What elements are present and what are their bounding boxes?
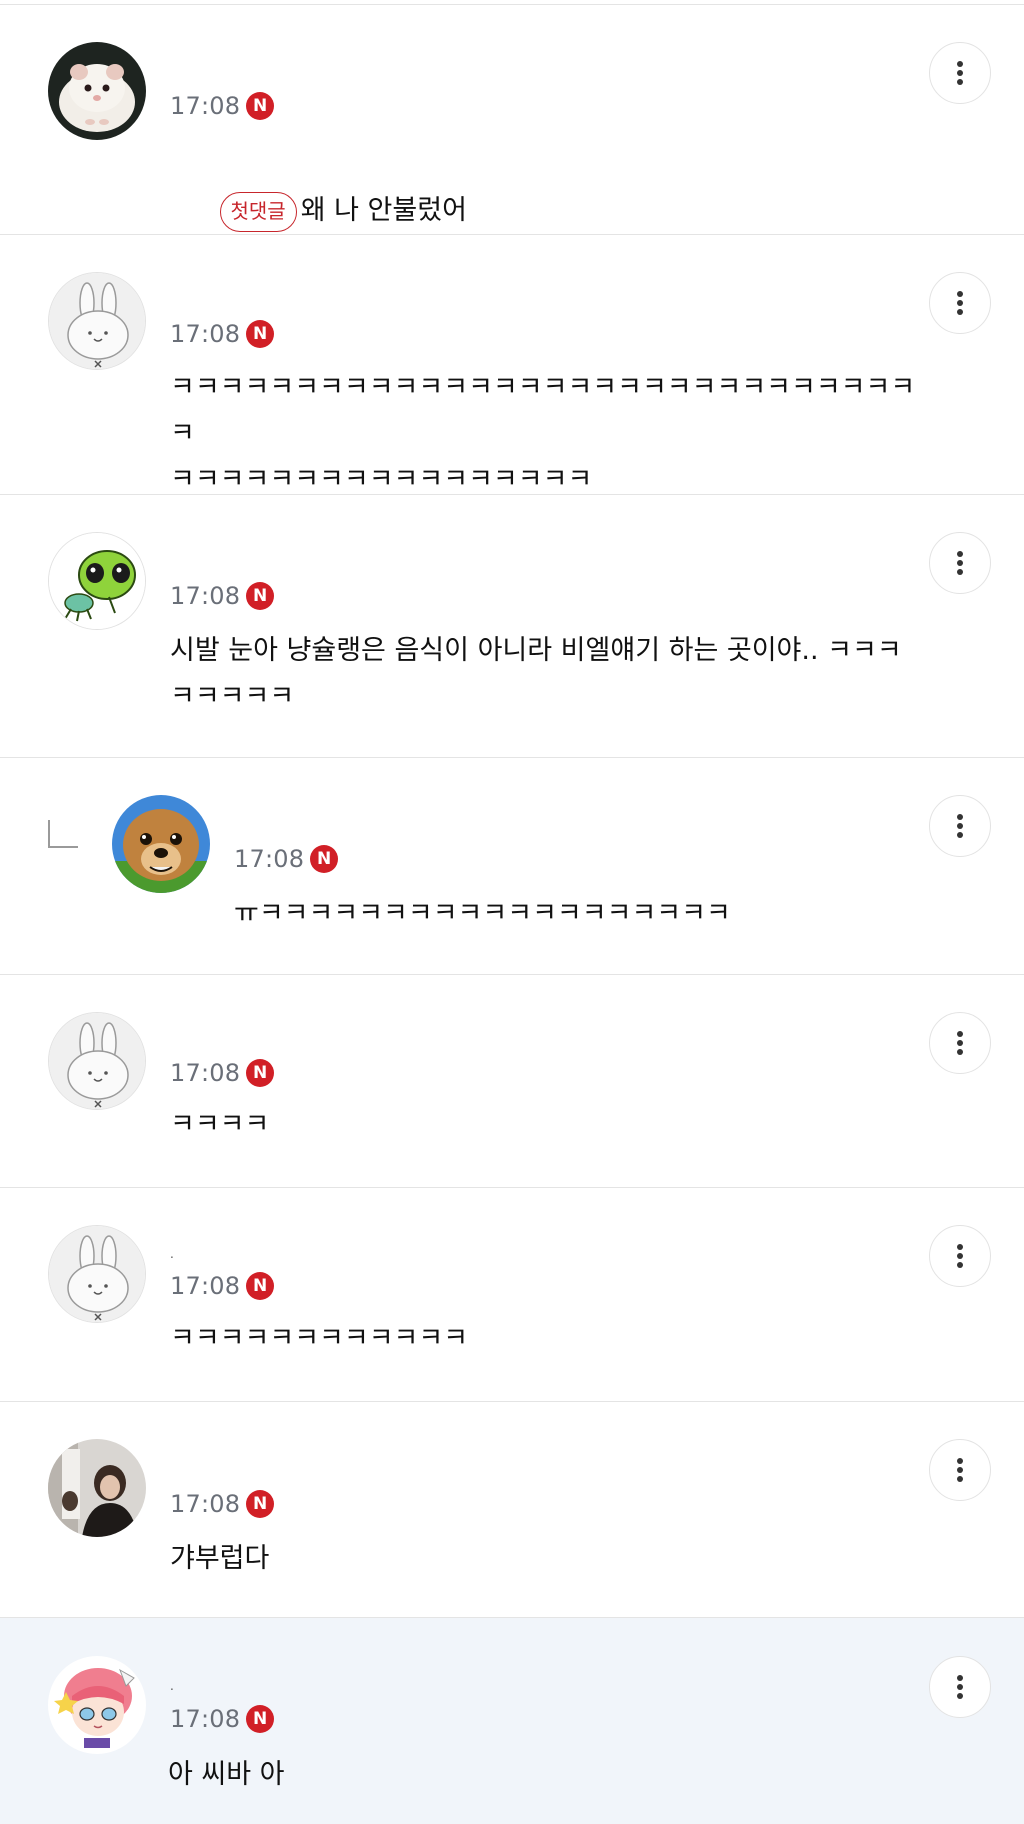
anime-girl-avatar-image	[48, 1656, 146, 1754]
alien-avatar-image	[49, 533, 145, 629]
rabbit-avatar-image	[49, 273, 145, 369]
more-options-button[interactable]	[929, 272, 991, 334]
comment-item: . 17:08 N ㅋㅋㅋㅋㅋㅋㅋㅋㅋㅋㅋㅋ	[0, 1188, 1024, 1402]
avatar-anime-girl[interactable]	[48, 1656, 146, 1754]
more-vertical-icon	[957, 61, 963, 85]
new-badge-icon: N	[246, 1059, 275, 1087]
comment-text: ㅋㅋㅋㅋㅋㅋㅋㅋㅋㅋㅋㅋㅋㅋㅋㅋㅋㅋㅋㅋㅋㅋㅋㅋㅋㅋㅋㅋㅋㅋㅋ ㅋㅋㅋㅋㅋㅋㅋㅋ…	[170, 372, 916, 495]
new-badge-icon: N	[310, 845, 339, 873]
comment-item-highlighted: . 17:08 N 아 씨바 아	[0, 1618, 1024, 1824]
new-badge-icon: N	[246, 582, 275, 610]
avatar-default-rabbit[interactable]	[48, 272, 146, 370]
comment-item: 17:08 N ㅋㅋㅋㅋ	[0, 975, 1024, 1188]
comment-item: 17:08 N 갸부럽다	[0, 1402, 1024, 1618]
avatar-hamster[interactable]	[48, 42, 146, 140]
new-badge-icon: N	[246, 1705, 275, 1733]
more-vertical-icon	[957, 1675, 963, 1699]
comment-text: 시발 눈아 냥슐랭은 음식이 아니라 비엘얘기 하는 곳이야.. ㅋㅋㅋ ㅋㅋㅋ…	[170, 635, 902, 712]
comment-meta: 17:08 N	[170, 1058, 275, 1088]
more-vertical-icon	[957, 551, 963, 575]
comment-meta: 17:08 N	[234, 844, 339, 874]
comment-item: 17:08 N ㅋㅋㅋㅋㅋㅋㅋㅋㅋㅋㅋㅋㅋㅋㅋㅋㅋㅋㅋㅋㅋㅋㅋㅋㅋㅋㅋㅋㅋㅋㅋ …	[0, 235, 1024, 495]
comment-item: 17:08 N 첫댓글 왜 나 안불렀어	[0, 5, 1024, 235]
more-options-button[interactable]	[929, 42, 991, 104]
reply-comment-item: 17:08 N ㅠㅋㅋㅋㅋㅋㅋㅋㅋㅋㅋㅋㅋㅋㅋㅋㅋㅋㅋㅋ	[0, 758, 1024, 975]
person-avatar-image	[48, 1439, 146, 1537]
rabbit-avatar-image	[49, 1226, 145, 1322]
new-badge-icon: N	[246, 1490, 275, 1518]
comment-meta: 17:08 N	[170, 1704, 275, 1734]
comment-time: 17:08	[170, 1272, 241, 1300]
first-comment-tag: 첫댓글	[219, 191, 297, 232]
comment-meta: 17:08 N	[170, 1489, 275, 1519]
nickname: .	[170, 1679, 174, 1693]
new-badge-icon: N	[246, 92, 275, 120]
nickname: .	[170, 1247, 174, 1261]
more-vertical-icon	[957, 1458, 963, 1482]
comment-meta: 17:08 N	[170, 319, 275, 349]
comment-meta: 17:08 N	[170, 91, 275, 121]
more-vertical-icon	[957, 814, 963, 838]
comment-text: ㅋㅋㅋㅋ	[170, 1109, 270, 1140]
comment-time: 17:08	[170, 92, 241, 120]
avatar-dog[interactable]	[112, 795, 210, 893]
hamster-avatar-image	[48, 42, 146, 140]
avatar-default-rabbit[interactable]	[48, 1225, 146, 1323]
comment-text: ㅠㅋㅋㅋㅋㅋㅋㅋㅋㅋㅋㅋㅋㅋㅋㅋㅋㅋㅋㅋ	[234, 898, 731, 929]
avatar-green-alien[interactable]	[48, 532, 146, 630]
avatar-person[interactable]	[48, 1439, 146, 1537]
comment-text: 갸부럽다	[170, 1543, 270, 1574]
more-options-button[interactable]	[929, 1439, 991, 1501]
more-vertical-icon	[957, 1031, 963, 1055]
new-badge-icon: N	[246, 320, 275, 348]
comment-time: 17:08	[170, 320, 241, 348]
dog-avatar-image	[112, 795, 210, 893]
more-options-button[interactable]	[929, 795, 991, 857]
comment-time: 17:08	[234, 845, 305, 873]
more-vertical-icon	[957, 1244, 963, 1268]
comment-list-page: 17:08 N 첫댓글 왜 나 안불렀어 17:08 N ㅋㅋㅋㅋㅋㅋㅋㅋㅋㅋㅋ…	[0, 0, 1024, 1824]
more-vertical-icon	[957, 291, 963, 315]
comment-time: 17:08	[170, 1705, 241, 1733]
comment-meta: 17:08 N	[170, 1271, 275, 1301]
comment-time: 17:08	[170, 582, 241, 610]
more-options-button[interactable]	[929, 1225, 991, 1287]
avatar-default-rabbit[interactable]	[48, 1012, 146, 1110]
rabbit-avatar-image	[49, 1013, 145, 1109]
new-badge-icon: N	[246, 1272, 275, 1300]
comment-text: 아 씨바 아	[168, 1759, 285, 1790]
comment-time: 17:08	[170, 1490, 241, 1518]
more-options-button[interactable]	[929, 1656, 991, 1718]
comment-meta: 17:08 N	[170, 581, 275, 611]
reply-arrow-icon	[48, 820, 78, 848]
more-options-button[interactable]	[929, 532, 991, 594]
comment-item: 17:08 N 시발 눈아 냥슐랭은 음식이 아니라 비엘얘기 하는 곳이야..…	[0, 495, 1024, 758]
comment-text: 왜 나 안불렀어	[300, 195, 467, 226]
comment-text: ㅋㅋㅋㅋㅋㅋㅋㅋㅋㅋㅋㅋ	[170, 1323, 469, 1354]
more-options-button[interactable]	[929, 1012, 991, 1074]
comment-time: 17:08	[170, 1059, 241, 1087]
